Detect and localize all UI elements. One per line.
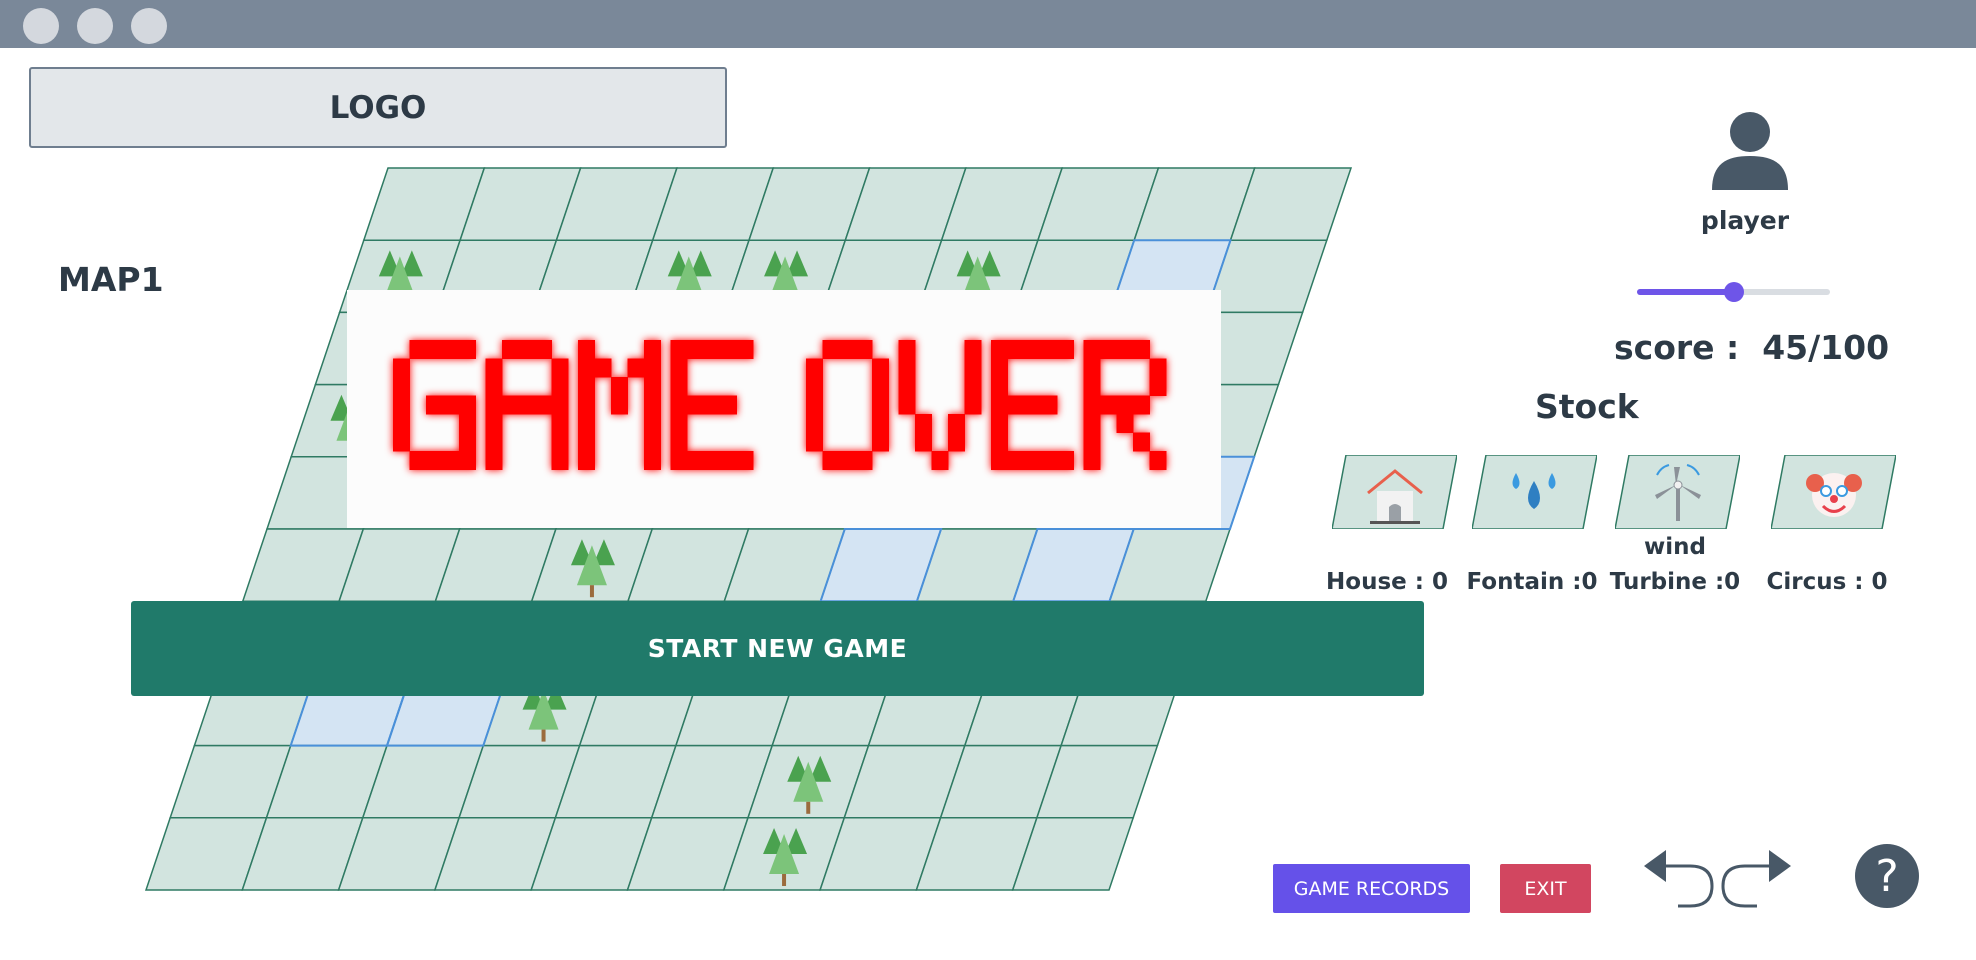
circus-icon	[1806, 473, 1862, 517]
stock-label-circus: Circus : 0	[1766, 569, 1888, 595]
stock-item-circus[interactable]	[1771, 455, 1896, 529]
stock-item-wind-turbine[interactable]	[1615, 455, 1740, 529]
start-new-game-button[interactable]: START NEW GAME	[131, 601, 1424, 696]
redo-icon[interactable]	[1721, 850, 1793, 908]
wind-turbine-icon	[1655, 464, 1701, 521]
stock-item-fountain[interactable]	[1472, 455, 1597, 529]
fountain-icon	[1512, 473, 1556, 509]
stock-label-wind-turbine: wind Turbine :0	[1609, 534, 1741, 595]
stock-label-fountain: Fontain :0	[1466, 569, 1598, 595]
slider-thumb[interactable]	[1723, 282, 1744, 302]
score-value: 45/100	[1762, 328, 1890, 367]
slider-fill	[1637, 289, 1734, 295]
exit-button[interactable]: EXIT	[1500, 864, 1591, 913]
stock-item-house[interactable]	[1332, 455, 1457, 529]
game-records-button[interactable]: GAME RECORDS	[1273, 864, 1470, 913]
score-label: score :	[1614, 328, 1740, 367]
score-display: score : 45/100	[1614, 328, 1889, 367]
undo-icon[interactable]	[1642, 850, 1714, 908]
game-over-image	[393, 340, 1167, 470]
level-slider[interactable]	[1637, 280, 1830, 304]
house-icon	[1367, 469, 1423, 524]
help-icon[interactable]: ?	[1855, 844, 1919, 908]
game-over-banner	[347, 290, 1221, 528]
stock-title: Stock	[1535, 387, 1639, 426]
user-icon[interactable]	[1710, 108, 1790, 190]
stock-label-house: House : 0	[1326, 569, 1448, 595]
player-name: player	[1700, 206, 1790, 235]
